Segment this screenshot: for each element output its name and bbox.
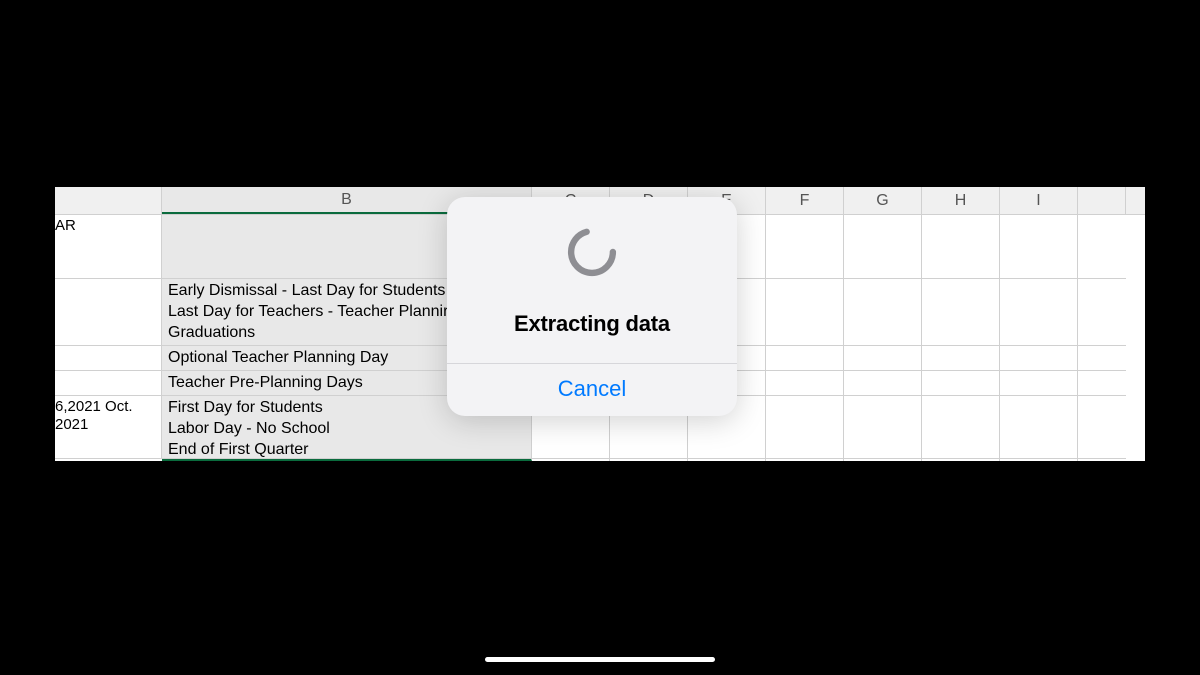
cell[interactable] — [844, 346, 921, 371]
col-header-H[interactable]: H — [922, 187, 1000, 214]
cell[interactable] — [1078, 396, 1126, 459]
cell[interactable] — [922, 215, 999, 279]
col-H-cells — [922, 215, 1000, 461]
cell[interactable] — [1000, 346, 1077, 371]
row-header-cell[interactable]: 6,2021 Oct. 2021 — [55, 396, 162, 459]
cell[interactable] — [766, 346, 843, 371]
cell[interactable] — [1000, 279, 1077, 346]
cell[interactable] — [766, 279, 843, 346]
cell[interactable] — [1078, 279, 1126, 346]
cell[interactable] — [1078, 215, 1126, 279]
cell-line: Labor Day - No School — [168, 419, 525, 440]
cell[interactable] — [844, 396, 921, 459]
cell[interactable] — [844, 279, 921, 346]
cell[interactable] — [766, 371, 843, 396]
cell[interactable] — [1078, 371, 1126, 396]
row-header-cell[interactable] — [55, 279, 162, 346]
col-header-G[interactable]: G — [844, 187, 922, 214]
cell[interactable] — [1000, 215, 1077, 279]
cell[interactable] — [922, 371, 999, 396]
cell[interactable] — [922, 346, 999, 371]
col-J-cells — [1078, 215, 1126, 461]
extracting-dialog: Extracting data Cancel — [447, 197, 737, 416]
col-G-cells — [844, 215, 922, 461]
cancel-button[interactable]: Cancel — [447, 376, 737, 402]
row-header-cell[interactable] — [55, 346, 162, 371]
cell[interactable] — [844, 215, 921, 279]
dialog-footer: Cancel — [447, 363, 737, 416]
row-header-cell[interactable] — [55, 371, 162, 396]
col-F-cells — [766, 215, 844, 461]
spinner-icon — [563, 223, 621, 281]
col-header-F[interactable]: F — [766, 187, 844, 214]
home-indicator[interactable] — [485, 657, 715, 662]
dialog-body: Extracting data — [447, 197, 737, 363]
cell[interactable] — [766, 215, 843, 279]
cell[interactable] — [766, 396, 843, 459]
cell-line: End of First Quarter — [168, 440, 525, 459]
col-header-J[interactable] — [1078, 187, 1126, 214]
cell[interactable] — [1000, 371, 1077, 396]
row-header-cell[interactable]: AR — [55, 215, 162, 279]
cell[interactable] — [922, 396, 999, 459]
row-headers: AR 6,2021 Oct. 2021 — [55, 215, 162, 461]
dialog-title: Extracting data — [514, 311, 670, 337]
cell[interactable] — [844, 371, 921, 396]
col-header-I[interactable]: I — [1000, 187, 1078, 214]
corner-cell — [55, 187, 162, 214]
col-I-cells — [1000, 215, 1078, 461]
cell[interactable] — [922, 279, 999, 346]
cell[interactable] — [1000, 396, 1077, 459]
cell[interactable] — [1078, 346, 1126, 371]
